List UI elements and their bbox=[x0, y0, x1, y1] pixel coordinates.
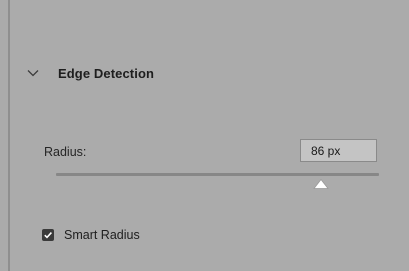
properties-panel: Edge Detection Radius: 86 px Smart Radiu… bbox=[0, 0, 409, 271]
checkmark-icon bbox=[44, 232, 52, 239]
radius-slider-track[interactable] bbox=[56, 173, 379, 176]
chevron-down-icon[interactable] bbox=[26, 66, 40, 80]
section-title: Edge Detection bbox=[58, 65, 155, 81]
radius-value-field[interactable]: 86 px bbox=[300, 139, 377, 162]
panel-left-border bbox=[8, 0, 10, 271]
radius-label: Radius: bbox=[44, 145, 87, 159]
smart-radius-checkbox-row[interactable]: Smart Radius bbox=[42, 228, 140, 242]
smart-radius-label: Smart Radius bbox=[64, 228, 140, 242]
radius-slider-thumb[interactable] bbox=[313, 176, 329, 189]
smart-radius-checkbox[interactable] bbox=[42, 229, 54, 241]
edge-detection-section-header[interactable]: Edge Detection bbox=[26, 60, 154, 86]
